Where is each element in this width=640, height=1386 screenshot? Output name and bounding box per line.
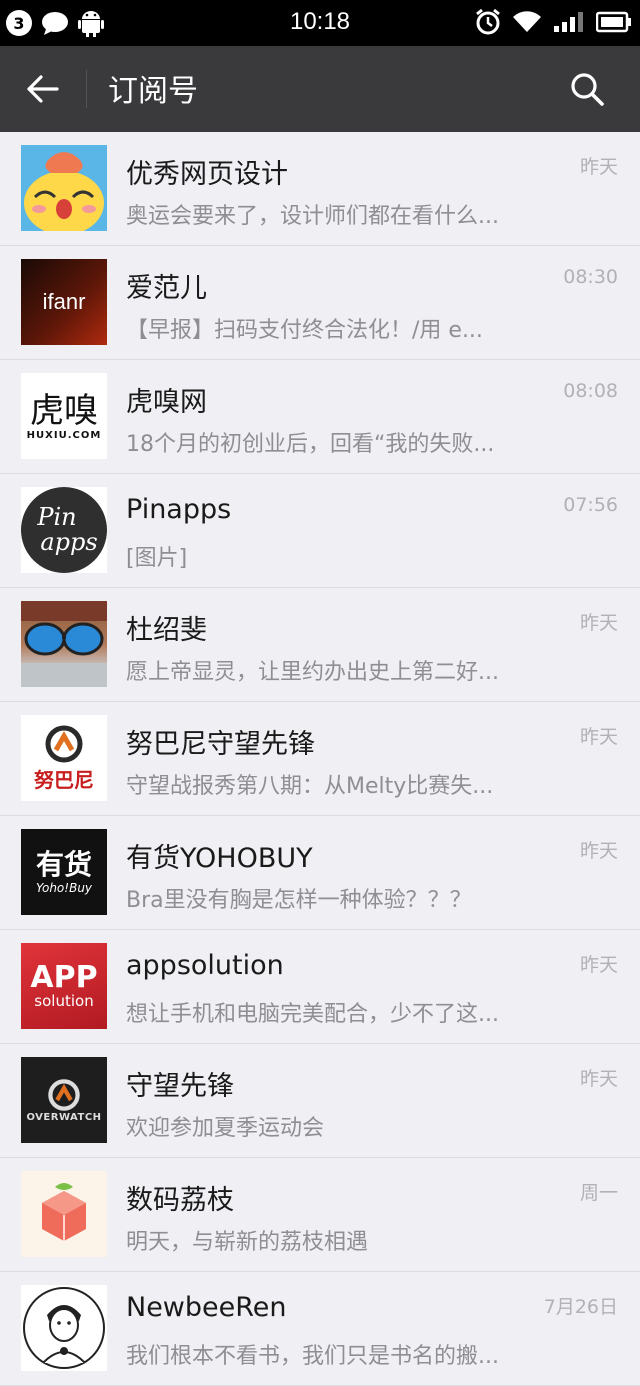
item-time: 昨天 (579, 612, 618, 634)
avatar-logo-text: OVERWATCH (26, 1111, 102, 1123)
list-item[interactable]: APP solution appsolution 想让手机和电脑完美配合，少不了… (0, 930, 640, 1044)
battery-icon (596, 11, 631, 33)
avatar: 虎嗅 HUXIU.COM (21, 373, 107, 459)
item-time: 7月26日 (543, 1296, 618, 1318)
lychee-icon (21, 1171, 107, 1257)
search-button[interactable] (566, 68, 608, 110)
status-right (474, 8, 632, 36)
avatar: ifanr (21, 259, 107, 345)
item-preview: 欢迎参加夏季运动会 (126, 1116, 325, 1141)
avatar-logo-text: APP (30, 960, 98, 995)
item-preview: 18个月的初创业后，回看“我的失败... (126, 432, 495, 457)
item-time: 昨天 (579, 726, 618, 748)
list-item[interactable]: ifanr 爱范儿 【早报】扫码支付终合法化！/用 e... 08:30 (0, 246, 640, 360)
item-name: 杜绍斐 (126, 615, 207, 646)
avatar-logo-subtext: Yoho!Buy (35, 881, 93, 895)
avatar-logo-subtext: HUXIU.COM (26, 429, 102, 441)
avatar: OVERWATCH (21, 1057, 107, 1143)
item-name: NewbeeRen (126, 1292, 287, 1323)
alarm-icon (476, 8, 500, 35)
item-name: 优秀网页设计 (126, 159, 288, 190)
avatar-logo-circle: Pin apps (21, 487, 107, 573)
item-time: 昨天 (579, 954, 618, 976)
item-preview: 愿上帝显灵，让里约办出史上第二好... (126, 660, 499, 685)
item-name: 有货YOHOBUY (126, 843, 313, 874)
item-time: 昨天 (579, 1068, 618, 1090)
item-name: 努巴尼守望先锋 (126, 729, 315, 760)
avatar-logo-text: 虎嗅 (30, 390, 98, 431)
avatar: 有货 Yoho!Buy (21, 829, 107, 915)
item-time: 08:30 (563, 266, 618, 288)
sunglasses-photo-icon (21, 601, 107, 687)
avatar-logo-subtext: solution (34, 992, 94, 1010)
avatar-logo-text: Pin (37, 503, 77, 531)
item-preview: 我们根本不看书，我们只是书名的搬... (126, 1344, 499, 1369)
appbar-divider (86, 70, 87, 108)
app-bar: 订阅号 (0, 46, 640, 132)
avatar (21, 601, 107, 687)
item-name: 虎嗅网 (126, 387, 207, 418)
avatar (21, 1171, 107, 1257)
arrow-left-icon (27, 75, 59, 103)
avatar-logo-text: ifanr (42, 289, 86, 314)
list-item[interactable]: 数码荔枝 明天，与崭新的荔枝相遇 周一 (0, 1158, 640, 1272)
avatar: Pin apps (21, 487, 107, 573)
search-icon (571, 73, 604, 106)
item-preview: 奥运会要来了，设计师们都在看什么... (126, 204, 499, 229)
wifi-icon (513, 11, 541, 33)
item-name: 数码荔枝 (126, 1185, 234, 1216)
list-item[interactable]: 努巴尼 努巴尼守望先锋 守望战报秀第八期：从Melty比赛失... 昨天 (0, 702, 640, 816)
item-time: 07:56 (563, 494, 618, 516)
item-time: 昨天 (579, 156, 618, 178)
signal-icon (554, 12, 583, 32)
overwatch-logo-icon (48, 1078, 80, 1111)
avatar-logo-text: 有货 (35, 848, 92, 881)
avatar-logo-text: 努巴尼 (34, 767, 94, 792)
item-preview: 想让手机和电脑完美配合，少不了这... (126, 1002, 499, 1027)
overwatch-logo-icon (45, 725, 83, 762)
avatar (21, 145, 107, 231)
item-name: appsolution (126, 950, 284, 981)
item-preview: 守望战报秀第八期：从Melty比赛失... (126, 774, 494, 799)
item-name: 守望先锋 (126, 1071, 234, 1102)
avatar: 努巴尼 (21, 715, 107, 801)
list-item[interactable]: Pin apps Pinapps [图片] 07:56 (0, 474, 640, 588)
list-item[interactable]: 杜绍斐 愿上帝显灵，让里约办出史上第二好... 昨天 (0, 588, 640, 702)
list-item[interactable]: 虎嗅 HUXIU.COM 虎嗅网 18个月的初创业后，回看“我的失败... 08… (0, 360, 640, 474)
avatar (21, 1285, 107, 1371)
list-item[interactable]: 优秀网页设计 奥运会要来了，设计师们都在看什么... 昨天 (0, 132, 640, 246)
page-title: 订阅号 (108, 74, 198, 109)
item-time: 08:08 (563, 380, 618, 402)
list-item[interactable]: NewbeeRen 我们根本不看书，我们只是书名的搬... 7月26日 (0, 1272, 640, 1386)
item-preview: [图片] (126, 546, 188, 571)
item-preview: 【早报】扫码支付终合法化！/用 e... (126, 318, 483, 343)
avatar-logo-subtext: apps (40, 528, 98, 556)
item-name: Pinapps (126, 494, 232, 525)
list-item[interactable]: OVERWATCH 守望先锋 欢迎参加夏季运动会 昨天 (0, 1044, 640, 1158)
item-time: 昨天 (579, 840, 618, 862)
subscription-list: 优秀网页设计 奥运会要来了，设计师们都在看什么... 昨天 ifanr 爱范儿 … (0, 132, 640, 1386)
cartoon-chick-icon (21, 145, 107, 231)
item-name: 爱范儿 (126, 273, 207, 304)
item-preview: Bra里没有胸是怎样一种体验？？？ (126, 888, 472, 913)
status-bar: 3 10:18 (0, 0, 640, 46)
item-preview: 明天，与崭新的荔枝相遇 (126, 1230, 369, 1255)
back-button[interactable] (22, 68, 64, 110)
list-item[interactable]: 有货 Yoho!Buy 有货YOHOBUY Bra里没有胸是怎样一种体验？？？ … (0, 816, 640, 930)
item-time: 周一 (579, 1182, 618, 1204)
avatar: APP solution (21, 943, 107, 1029)
illustrated-face-icon (23, 1287, 105, 1369)
